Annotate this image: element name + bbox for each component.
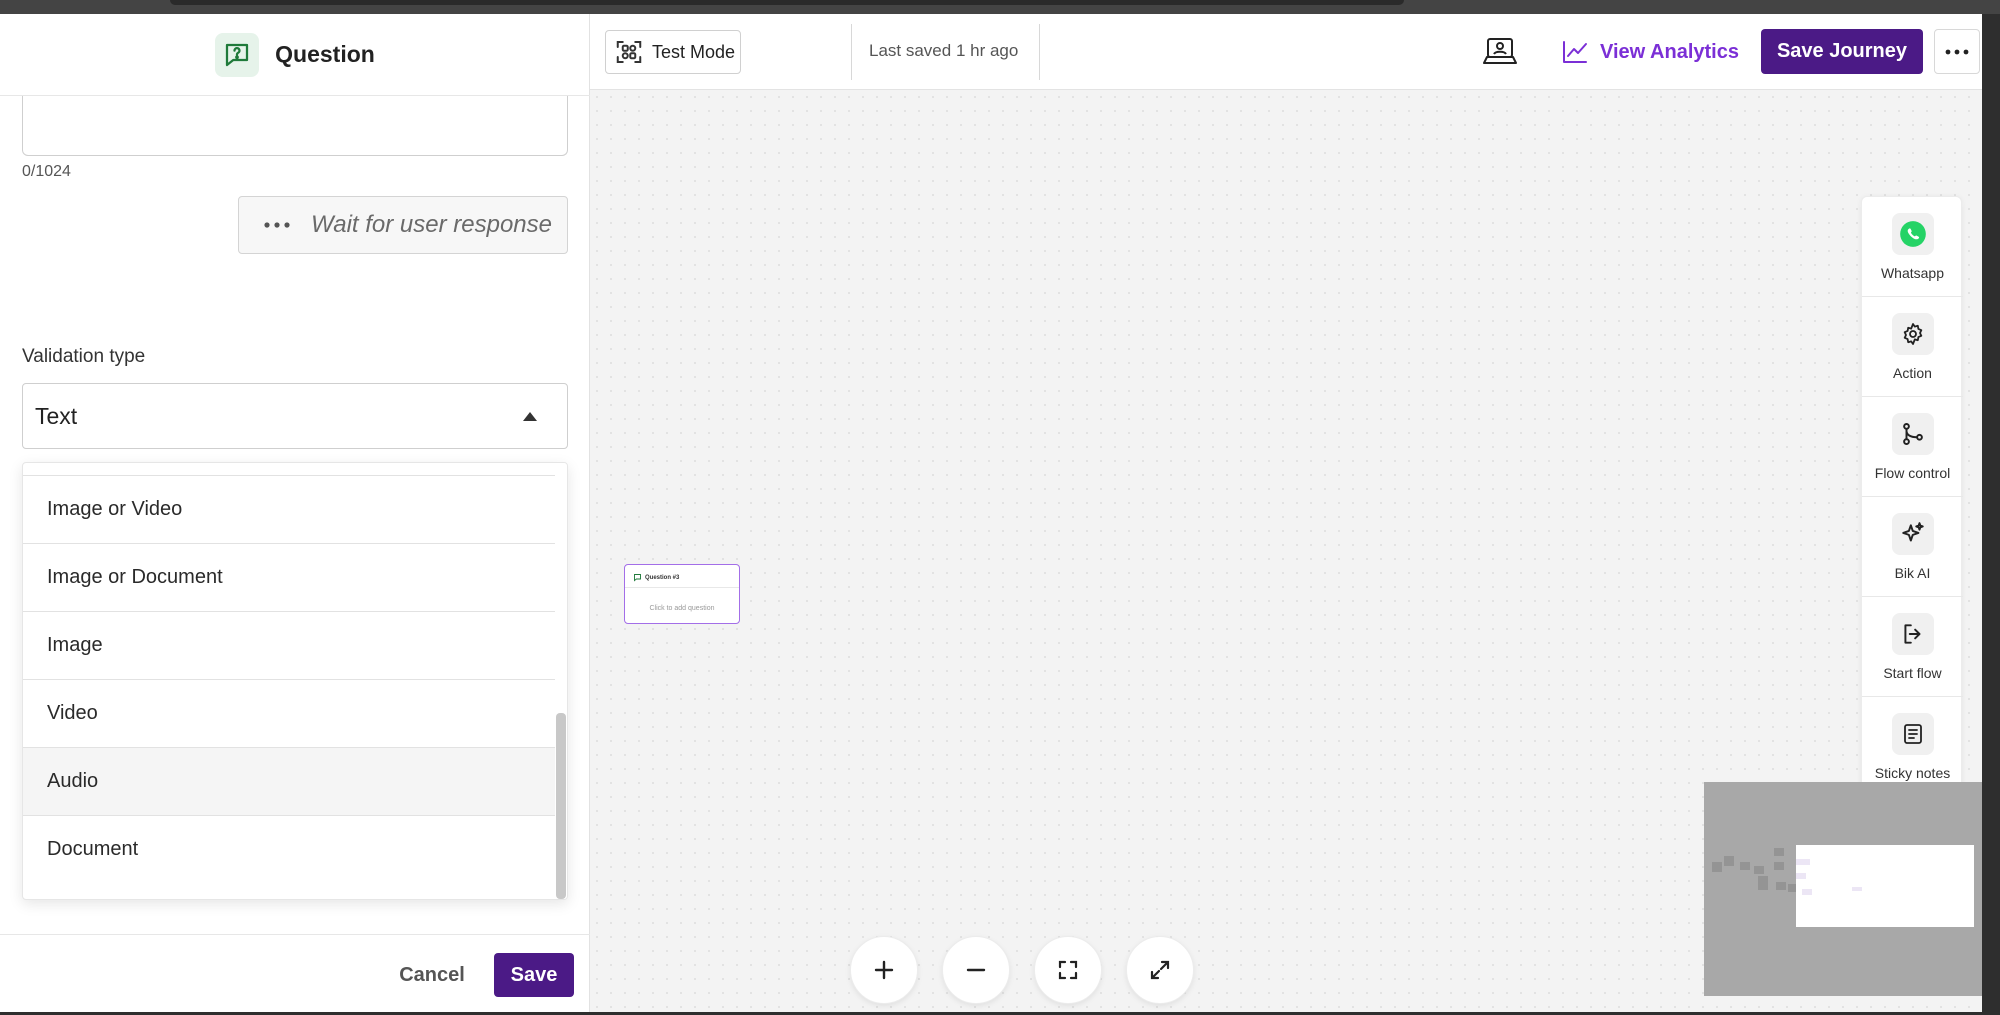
node-subtitle: Click to add question bbox=[649, 605, 715, 612]
minimap-node bbox=[1724, 856, 1734, 866]
minimap-node bbox=[1740, 862, 1750, 870]
dropdown-scroll-thumb[interactable] bbox=[556, 713, 566, 899]
node-divider bbox=[625, 587, 739, 588]
line-chart-icon bbox=[1563, 41, 1587, 63]
minimap-node bbox=[1852, 887, 1862, 891]
palette-label-start-flow: Start flow bbox=[1883, 665, 1942, 681]
dropdown-item-audio[interactable]: Audio bbox=[23, 747, 557, 815]
question-chat-icon bbox=[215, 32, 260, 77]
minus-icon bbox=[966, 968, 986, 972]
view-analytics-label: View Analytics bbox=[1600, 40, 1739, 63]
minimap-node bbox=[1776, 882, 1786, 890]
caret-up-icon bbox=[523, 411, 537, 421]
palette-item-start-flow[interactable]: Start flow bbox=[1862, 597, 1963, 697]
minimap-node bbox=[1774, 862, 1784, 870]
zoom-out-button[interactable] bbox=[942, 936, 1010, 1004]
wait-response-text: Wait for user response bbox=[311, 211, 552, 238]
window-edge bbox=[1982, 14, 2000, 1015]
sparkles-icon bbox=[1891, 513, 1934, 555]
minimap-node bbox=[1712, 862, 1722, 872]
minimap-viewport[interactable] bbox=[1796, 845, 1974, 927]
scan-icon bbox=[616, 41, 642, 63]
test-mode-button[interactable]: Test Mode bbox=[605, 30, 741, 74]
dropdown-item-hidden bbox=[23, 463, 557, 475]
palette-label-bik-ai: Bik AI bbox=[1894, 565, 1931, 581]
browser-tab-strip bbox=[170, 0, 1404, 5]
node-title: Question #3 bbox=[645, 574, 680, 581]
toolbar-divider bbox=[1039, 24, 1040, 80]
dropdown-item-image-or-document[interactable]: Image or Document bbox=[23, 543, 557, 611]
log-out-icon bbox=[1891, 613, 1934, 655]
palette-item-bik-ai[interactable]: Bik AI bbox=[1862, 497, 1963, 597]
git-branch-icon bbox=[1891, 413, 1934, 455]
more-options-button[interactable] bbox=[1934, 29, 1980, 74]
palette-item-whatsapp[interactable]: Whatsapp bbox=[1862, 197, 1963, 297]
dropdown-item-video[interactable]: Video bbox=[23, 679, 557, 747]
app: Question 0/1024 Wait for user response V… bbox=[0, 14, 1982, 1012]
toolbar-divider bbox=[851, 24, 852, 80]
note-icon bbox=[1891, 713, 1934, 755]
wait-response-box[interactable]: Wait for user response bbox=[238, 196, 568, 254]
validation-type-value: Text bbox=[35, 402, 78, 429]
palette-item-flow-control[interactable]: Flow control bbox=[1862, 397, 1963, 497]
gear-icon bbox=[1891, 313, 1934, 355]
minimap-node bbox=[1796, 873, 1806, 879]
dropdown-scrollbar[interactable] bbox=[555, 463, 567, 899]
minimap[interactable] bbox=[1704, 782, 1982, 996]
plus-icon bbox=[874, 960, 894, 980]
dropdown-item-image-or-video[interactable]: Image or Video bbox=[23, 475, 557, 543]
node-header: Question #3 bbox=[633, 573, 679, 582]
minimap-node bbox=[1758, 876, 1768, 890]
minimap-node bbox=[1802, 889, 1812, 895]
minimap-node bbox=[1796, 859, 1810, 865]
question-panel: Question 0/1024 Wait for user response V… bbox=[0, 14, 590, 1012]
more-horizontal-icon bbox=[264, 222, 290, 228]
fit-view-icon bbox=[1058, 960, 1078, 980]
fit-view-button[interactable] bbox=[1034, 936, 1102, 1004]
browser-top-bar bbox=[0, 0, 2000, 14]
palette-label-whatsapp: Whatsapp bbox=[1880, 265, 1945, 281]
validation-type-label: Validation type bbox=[22, 346, 146, 367]
whatsapp-icon bbox=[1891, 213, 1934, 255]
node-palette: Whatsapp Action Flow control Bik AI Star… bbox=[1861, 196, 1963, 796]
validation-type-select[interactable]: Text bbox=[22, 383, 568, 449]
palette-item-action[interactable]: Action bbox=[1862, 297, 1963, 397]
question-node[interactable]: Question #3 Click to add question bbox=[624, 564, 740, 624]
dropdown-item-document[interactable]: Document bbox=[23, 815, 557, 883]
last-saved-text: Last saved 1 hr ago bbox=[869, 41, 1019, 60]
top-toolbar: Test Mode Last saved 1 hr ago View Analy… bbox=[590, 14, 1982, 90]
minimap-node bbox=[1774, 848, 1784, 856]
panel-footer: Cancel Save bbox=[0, 934, 590, 1012]
view-analytics-link[interactable]: View Analytics bbox=[1562, 34, 1739, 70]
laptop-user-icon[interactable] bbox=[1483, 36, 1517, 73]
test-mode-label: Test Mode bbox=[652, 41, 736, 62]
panel-title: Question bbox=[275, 41, 375, 67]
panel-header: Question bbox=[0, 14, 590, 96]
validation-type-dropdown: Image or Video Image or Document Image V… bbox=[22, 462, 568, 900]
question-chat-icon bbox=[634, 574, 641, 582]
question-textarea[interactable] bbox=[22, 96, 568, 156]
more-horizontal-icon bbox=[1945, 49, 1969, 54]
minimap-node bbox=[1754, 866, 1764, 874]
char-count: 0/1024 bbox=[22, 163, 71, 180]
save-journey-button[interactable]: Save Journey bbox=[1761, 29, 1923, 74]
palette-label-action: Action bbox=[1893, 365, 1932, 381]
dropdown-item-image[interactable]: Image bbox=[23, 611, 557, 679]
fullscreen-button[interactable] bbox=[1126, 936, 1194, 1004]
save-button[interactable]: Save bbox=[494, 953, 574, 997]
palette-label-sticky-notes: Sticky notes bbox=[1874, 765, 1951, 781]
palette-label-flow-control: Flow control bbox=[1874, 465, 1951, 481]
expand-icon bbox=[1150, 960, 1170, 980]
cancel-button[interactable]: Cancel bbox=[390, 953, 474, 997]
zoom-in-button[interactable] bbox=[850, 936, 918, 1004]
